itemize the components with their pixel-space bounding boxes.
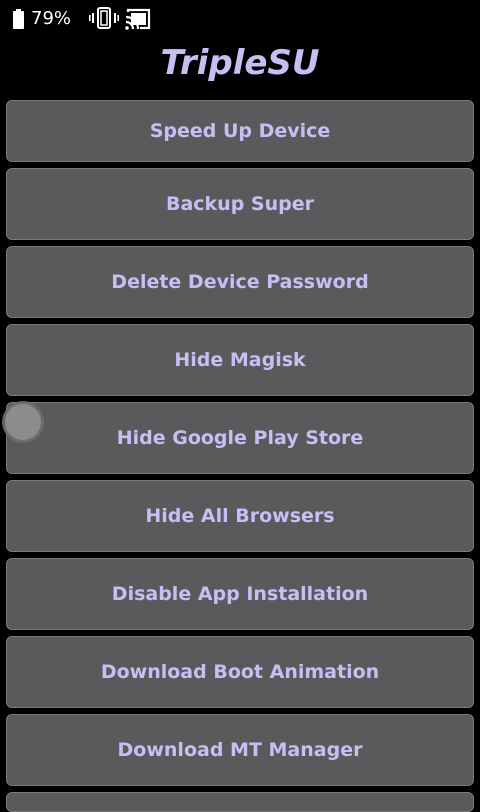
button-label: Download Boot Animation <box>100 661 380 683</box>
status-bar: 79% <box>0 0 480 37</box>
button-label: Backup Super <box>165 193 314 215</box>
button-label: Disable App Installation <box>111 583 369 605</box>
button-label: Download MT Manager <box>117 739 363 761</box>
hide-google-play-store-button[interactable]: Hide Google Play Store <box>6 402 474 474</box>
download-mt-manager-button[interactable]: Download MT Manager <box>6 714 474 786</box>
button-label: Hide Google Play Store <box>116 427 364 449</box>
hide-all-browsers-button[interactable]: Hide All Browsers <box>6 480 474 552</box>
touch-indicator <box>5 404 41 440</box>
backup-super-button[interactable]: Backup Super <box>6 168 474 240</box>
battery-percentage: 79% <box>31 8 72 29</box>
delete-device-password-button[interactable]: Delete Device Password <box>6 246 474 318</box>
hide-magisk-button[interactable]: Hide Magisk <box>6 324 474 396</box>
button-label: Speed Up Device <box>149 120 331 142</box>
speed-up-device-button[interactable]: Speed Up Device <box>6 100 474 162</box>
button-label: Hide All Browsers <box>145 505 335 527</box>
app-title: TripleSU <box>160 43 320 83</box>
vibrate-icon <box>89 7 119 29</box>
battery-icon <box>13 9 24 29</box>
disable-app-installation-button[interactable]: Disable App Installation <box>6 558 474 630</box>
download-boot-animation-button[interactable]: Download Boot Animation <box>6 636 474 708</box>
button-label: Delete Device Password <box>111 271 369 293</box>
partially-visible-button[interactable] <box>6 792 474 812</box>
button-label: Hide Magisk <box>174 349 306 371</box>
cast-icon <box>125 8 151 30</box>
